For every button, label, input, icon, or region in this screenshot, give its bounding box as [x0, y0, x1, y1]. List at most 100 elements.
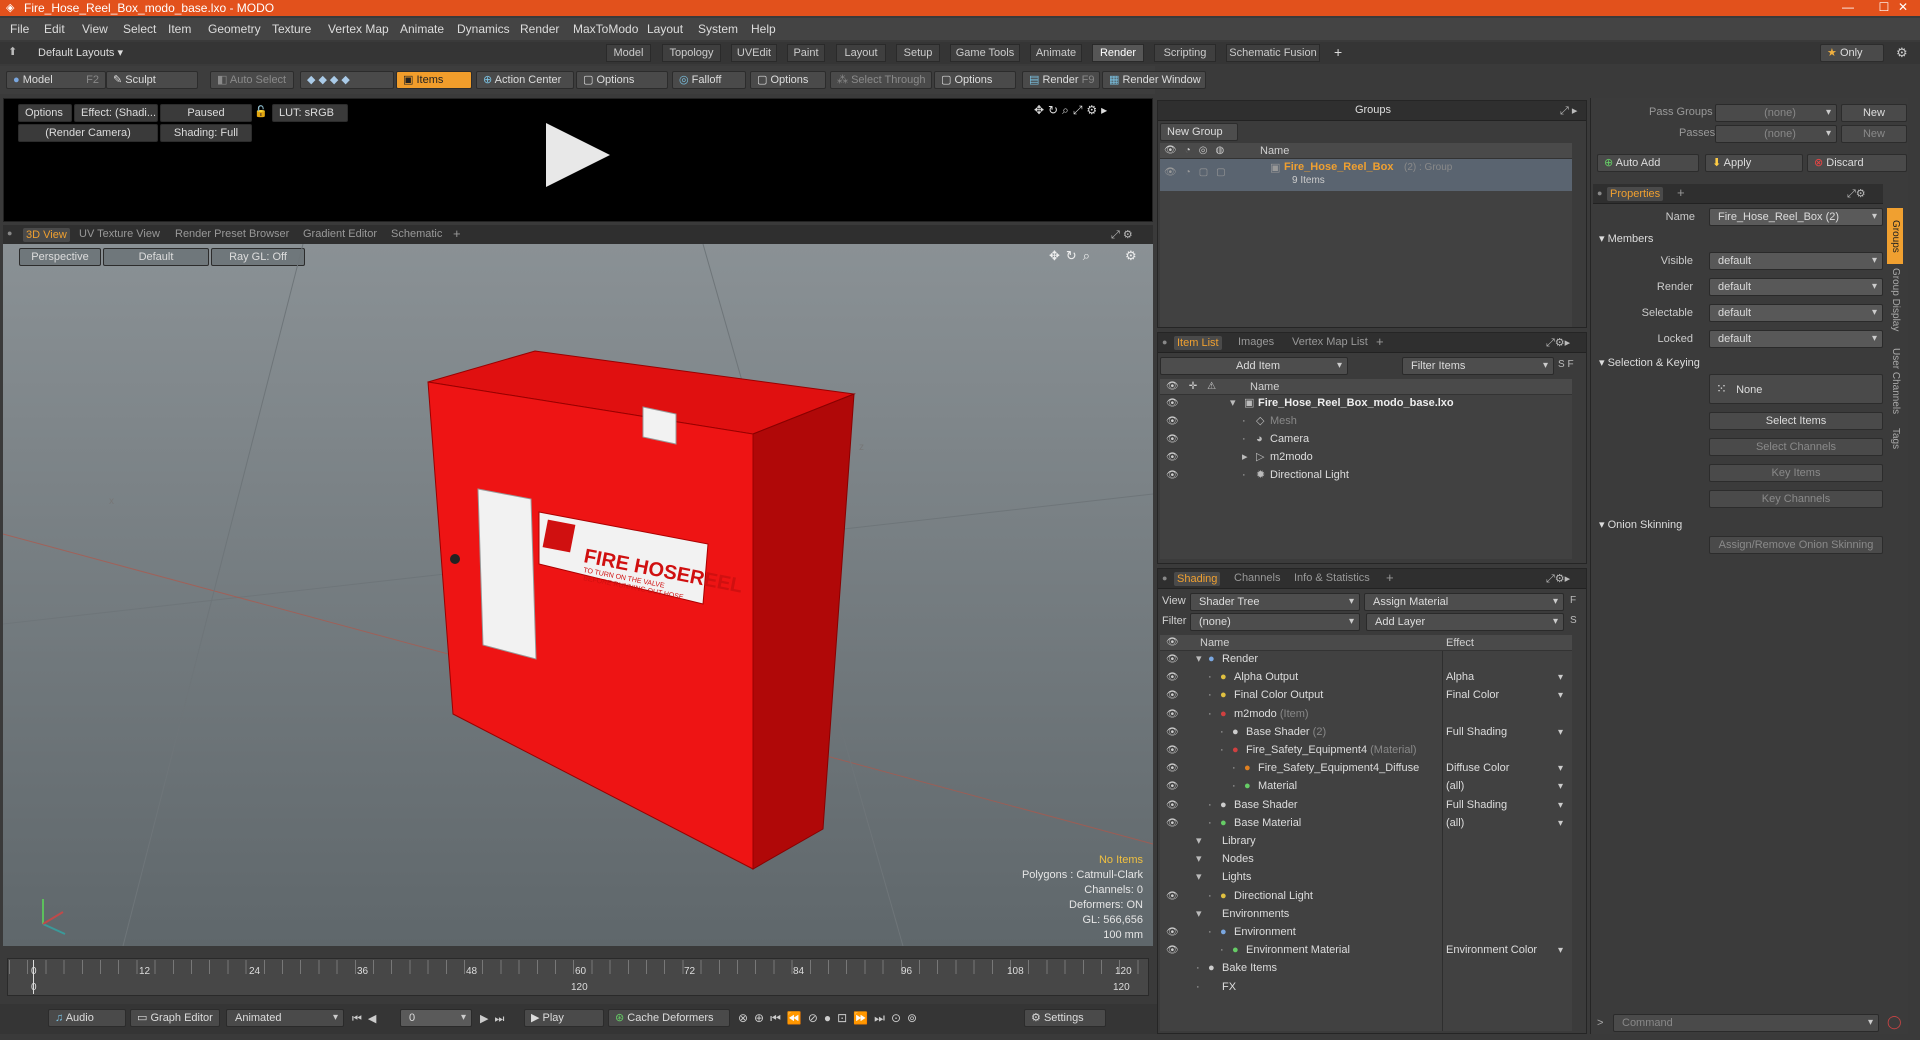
- command-input[interactable]: Command: [1613, 1014, 1879, 1032]
- discard-button[interactable]: ⊗ Discard: [1807, 154, 1907, 172]
- tab-scripting[interactable]: Scripting: [1154, 44, 1216, 62]
- add-list-tab-icon[interactable]: +: [1376, 334, 1384, 349]
- only-button[interactable]: ★ Only: [1820, 44, 1884, 62]
- key-tool-icons[interactable]: ⊗⊕⏮⏪⊘●⊡⏩⏭⊙⊚: [738, 1011, 923, 1026]
- layer-effect[interactable]: Final Color: [1446, 687, 1499, 704]
- eye-icon[interactable]: 👁: [1166, 431, 1179, 448]
- tree-arrow-icon[interactable]: ·: [1232, 760, 1236, 777]
- tree-arrow-icon[interactable]: ·: [1208, 888, 1212, 905]
- shader-tree-row[interactable]: 👁 · ● Material (all) ▾: [1160, 778, 1572, 795]
- assign-onion-button[interactable]: Assign/Remove Onion Skinning: [1709, 536, 1883, 554]
- audio-button[interactable]: ♫ Audio: [48, 1009, 126, 1027]
- select-items-button[interactable]: Select Items: [1709, 412, 1883, 430]
- tab-layout[interactable]: Layout: [836, 44, 886, 62]
- tree-arrow-icon[interactable]: ·: [1208, 797, 1212, 814]
- tab-schematic-fusion[interactable]: Schematic Fusion: [1226, 44, 1320, 62]
- tree-line-icon[interactable]: ·: [1242, 431, 1246, 448]
- eye-icon[interactable]: 👁: [1166, 687, 1179, 704]
- add-layer-options-icon[interactable]: S: [1570, 615, 1577, 626]
- tab-shading[interactable]: Shading: [1174, 572, 1221, 586]
- frame-field[interactable]: 0: [400, 1009, 472, 1027]
- effect-dropdown-icon[interactable]: ▾: [1558, 778, 1563, 795]
- eye-icon[interactable]: 👁: [1166, 467, 1179, 484]
- items-mode-button[interactable]: ▣ Items: [396, 71, 472, 89]
- tree-arrow-icon[interactable]: ·: [1208, 924, 1212, 941]
- effect-dropdown-icon[interactable]: ▾: [1558, 669, 1563, 686]
- tree-arrow-icon[interactable]: ·: [1232, 778, 1236, 795]
- tree-arrow-icon[interactable]: ·: [1208, 687, 1212, 704]
- item-list-expand-icon[interactable]: ⤢⚙▸: [1546, 336, 1570, 350]
- shader-tree-dropdown[interactable]: Shader Tree: [1190, 593, 1360, 611]
- groups-list[interactable]: 👁◔◎◍ Name 👁◔▢▢ ▣ Fire_Hose_Reel_Box (2) …: [1160, 143, 1572, 327]
- tree-line-icon[interactable]: ▸: [1242, 449, 1248, 466]
- side-tab-groups[interactable]: Groups: [1887, 208, 1903, 264]
- eye-icon[interactable]: 👁: [1166, 706, 1179, 723]
- falloff-options-button[interactable]: ▢ Options: [750, 71, 826, 89]
- eye-icon[interactable]: 👁: [1166, 742, 1179, 759]
- tree-line-icon[interactable]: ·: [1242, 413, 1246, 430]
- action-center-button[interactable]: ⊕ Action Center: [476, 71, 574, 89]
- tree-arrow-icon[interactable]: ·: [1208, 815, 1212, 832]
- close-icon[interactable]: ✕: [1886, 0, 1920, 16]
- tree-arrow-icon[interactable]: ▾: [1196, 851, 1202, 868]
- panel-handle-icon[interactable]: ●: [1162, 573, 1167, 583]
- selection-keying-section[interactable]: ▾ Selection & Keying: [1599, 356, 1700, 369]
- preview-options-button[interactable]: Options: [18, 104, 72, 122]
- side-tab-tags[interactable]: Tags: [1887, 428, 1903, 468]
- tree-arrow-icon[interactable]: ·: [1196, 979, 1200, 996]
- tree-arrow-icon[interactable]: ·: [1196, 960, 1200, 977]
- add-item-dropdown[interactable]: Add Item: [1160, 357, 1348, 375]
- group-row-fire-hose[interactable]: 👁◔▢▢ ▣ Fire_Hose_Reel_Box (2) : Group 9 …: [1160, 159, 1572, 191]
- passes-dropdown[interactable]: (none): [1715, 125, 1837, 143]
- skip-back-icons[interactable]: ⏮◀: [352, 1012, 382, 1026]
- assign-options-icon[interactable]: F: [1570, 595, 1576, 606]
- assign-material-button[interactable]: Assign Material: [1364, 593, 1564, 611]
- shader-tree-row[interactable]: 👁 · ● Fire_Safety_Equipment4 (Material): [1160, 742, 1572, 759]
- eye-icon[interactable]: 👁: [1166, 449, 1179, 466]
- menu-layout[interactable]: Layout: [647, 22, 683, 36]
- expand-icon[interactable]: ⤢ ⚙: [1111, 228, 1133, 242]
- settings-button[interactable]: ⚙ Settings: [1024, 1009, 1106, 1027]
- shader-tree-row[interactable]: 👁 · ● Base Material (all) ▾: [1160, 815, 1572, 832]
- tab-schematic[interactable]: Schematic: [391, 228, 442, 240]
- tree-arrow-icon[interactable]: ▾: [1196, 906, 1202, 923]
- shader-tree-row[interactable]: 👁 ▾ ● Render: [1160, 651, 1572, 668]
- preview-nav-icons[interactable]: ✥↻⌕⤢⚙▸: [1034, 103, 1111, 118]
- render-button[interactable]: ▤ Render F9: [1022, 71, 1100, 89]
- timeline[interactable]: 0 12 24 36 48 60 72 84 96 108 120 0 120 …: [3, 956, 1153, 998]
- filter-items-field[interactable]: Filter Items: [1402, 357, 1554, 375]
- menu-vertex-map[interactable]: Vertex Map: [328, 22, 389, 36]
- animated-dropdown[interactable]: Animated: [226, 1009, 344, 1027]
- default-layouts-dropdown[interactable]: Default Layouts ▾: [38, 46, 123, 59]
- members-section[interactable]: ▾ Members: [1599, 232, 1653, 245]
- graph-editor-button[interactable]: ▭ Graph Editor: [130, 1009, 220, 1027]
- menu-item[interactable]: Item: [168, 22, 191, 36]
- selection-mode-icons[interactable]: ◆◆◆◆: [300, 71, 394, 89]
- menu-geometry[interactable]: Geometry: [208, 22, 261, 36]
- tab-game-tools[interactable]: Game Tools: [950, 44, 1020, 62]
- menu-help[interactable]: Help: [751, 22, 776, 36]
- tab-3d-view[interactable]: 3D View: [23, 228, 70, 242]
- shader-tree-row[interactable]: 👁 · ● Directional Light: [1160, 888, 1572, 905]
- menu-animate[interactable]: Animate: [400, 22, 444, 36]
- action-center-options-button[interactable]: ▢ Options: [576, 71, 668, 89]
- tab-uv-texture-view[interactable]: UV Texture View: [79, 228, 160, 240]
- tab-properties[interactable]: Properties: [1607, 187, 1664, 201]
- tab-paint[interactable]: Paint: [787, 44, 825, 62]
- shader-tree-row[interactable]: 👁 · ● Base Shader Full Shading ▾: [1160, 797, 1572, 814]
- panel-handle-icon[interactable]: ●: [7, 228, 12, 238]
- effect-dropdown-icon[interactable]: ▾: [1558, 724, 1563, 741]
- tab-setup[interactable]: Setup: [896, 44, 940, 62]
- shader-tree-row[interactable]: 👁 · ● Final Color Output Final Color ▾: [1160, 687, 1572, 704]
- tree-arrow-icon[interactable]: ·: [1208, 706, 1212, 723]
- key-channels-button[interactable]: Key Channels: [1709, 490, 1883, 508]
- apply-button[interactable]: ⬇ Apply: [1705, 154, 1803, 172]
- eye-icon[interactable]: 👁: [1166, 924, 1179, 941]
- shader-tree-row[interactable]: · FX: [1160, 979, 1572, 996]
- render-camera-dropdown[interactable]: (Render Camera): [18, 124, 158, 142]
- tree-line-icon[interactable]: ·: [1242, 467, 1246, 484]
- eye-icon[interactable]: 👁: [1166, 669, 1179, 686]
- layer-effect[interactable]: Full Shading: [1446, 797, 1507, 814]
- shader-tree-row[interactable]: ▾ Library: [1160, 833, 1572, 850]
- auto-select-button[interactable]: ◧ Auto Select: [210, 71, 294, 89]
